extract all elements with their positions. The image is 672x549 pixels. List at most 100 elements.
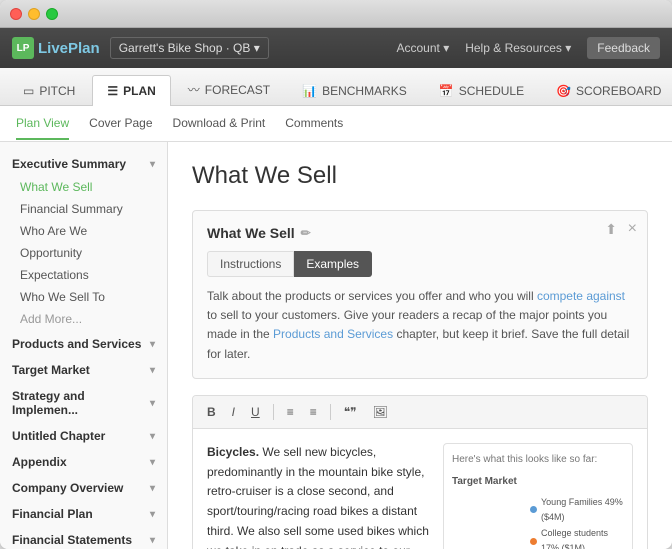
sidebar-section-header-untitled[interactable]: Untitled Chapter ▾ — [0, 424, 167, 448]
sidebar-item-expectations[interactable]: Expectations — [0, 264, 167, 286]
sidebar: Executive Summary ▾ What We Sell Financi… — [0, 142, 168, 549]
content-area: Executive Summary ▾ What We Sell Financi… — [0, 142, 672, 549]
sidebar-section-financial-statements: Financial Statements ▾ — [0, 528, 167, 549]
chevron-icon-financial-statements: ▾ — [150, 535, 155, 546]
card-tab-instructions[interactable]: Instructions — [207, 251, 294, 277]
sub-tabs: Plan View Cover Page Download & Print Co… — [0, 106, 672, 142]
legend-dot-2 — [530, 538, 537, 545]
tab-forecast[interactable]: 〰 FORECAST — [173, 72, 285, 106]
card-tabs: Instructions Examples — [207, 251, 633, 277]
chart-subtitle: Target Market — [452, 474, 624, 491]
maximize-button[interactable] — [46, 8, 58, 20]
top-nav: LP LivePlan Garrett's Bike Shop · QB ▾ A… — [0, 28, 672, 68]
upload-icon[interactable]: ⬆ — [605, 221, 617, 238]
sidebar-section-executive-summary: Executive Summary ▾ What We Sell Financi… — [0, 152, 167, 330]
editor-body[interactable]: Here's what this looks like so far: Targ… — [193, 429, 647, 549]
sidebar-item-financial-summary[interactable]: Financial Summary — [0, 198, 167, 220]
subtab-plan-view[interactable]: Plan View — [16, 108, 69, 140]
minimize-button[interactable] — [28, 8, 40, 20]
close-button[interactable] — [10, 8, 22, 20]
traffic-lights — [10, 8, 58, 20]
editor-body-text: Here's what this looks like so far: Targ… — [207, 443, 633, 549]
chevron-icon-company: ▾ — [150, 483, 155, 494]
sidebar-section-header-target[interactable]: Target Market ▾ — [0, 358, 167, 382]
image-button[interactable]: 🖼 — [367, 402, 394, 422]
products-link[interactable]: Products and Services — [273, 327, 393, 341]
italic-button[interactable]: I — [226, 402, 241, 422]
help-link[interactable]: Help & Resources ▾ — [465, 41, 571, 55]
main-tabs: ▭ PITCH ☰ PLAN 〰 FORECAST 📊 BENCHMARKS 📅… — [0, 68, 672, 106]
logo-icon: LP — [12, 37, 34, 59]
title-bar — [0, 0, 672, 28]
sidebar-section-header-appendix[interactable]: Appendix ▾ — [0, 450, 167, 474]
subtab-comments[interactable]: Comments — [285, 108, 343, 140]
ordered-list-button[interactable]: ≡ — [304, 402, 323, 422]
chart-title: Here's what this looks like so far: — [452, 452, 624, 469]
tooltip-card: What We Sell ✏ ⬆ × Instructions Examples… — [192, 210, 648, 379]
sidebar-item-who-are-we[interactable]: Who Are We — [0, 220, 167, 242]
chevron-icon-strategy: ▾ — [150, 398, 155, 409]
page-title: What We Sell — [192, 162, 648, 190]
card-tab-examples[interactable]: Examples — [294, 251, 372, 277]
pitch-icon: ▭ — [23, 84, 34, 98]
scoreboard-icon: 🎯 — [556, 84, 571, 98]
sidebar-section-header-executive[interactable]: Executive Summary ▾ — [0, 152, 167, 176]
subtab-cover-page[interactable]: Cover Page — [89, 108, 152, 140]
chart-legend: Young Families 49% ($4M) College student… — [530, 495, 624, 549]
sidebar-section-header-financial-statements[interactable]: Financial Statements ▾ — [0, 528, 167, 549]
company-select[interactable]: Garrett's Bike Shop · QB ▾ — [110, 37, 269, 59]
logo: LP LivePlan — [12, 37, 100, 59]
bold-button[interactable]: B — [201, 402, 222, 422]
tab-scoreboard[interactable]: 🎯 SCOREBOARD — [541, 75, 672, 106]
tab-pitch[interactable]: ▭ PITCH — [8, 75, 90, 106]
nav-right: Account ▾ Help & Resources ▾ Feedback — [397, 37, 661, 59]
tab-schedule[interactable]: 📅 SCHEDULE — [424, 75, 539, 106]
tooltip-text: Talk about the products or services you … — [207, 287, 633, 364]
tab-benchmarks[interactable]: 📊 BENCHMARKS — [287, 75, 422, 106]
quote-button[interactable]: ❝❞ — [338, 402, 363, 422]
sidebar-section-header-financial-plan[interactable]: Financial Plan ▾ — [0, 502, 167, 526]
subtab-download-print[interactable]: Download & Print — [173, 108, 266, 140]
sidebar-section-header-products[interactable]: Products and Services ▾ — [0, 332, 167, 356]
account-link[interactable]: Account ▾ — [397, 41, 450, 55]
benchmarks-icon: 📊 — [302, 84, 317, 98]
sidebar-add-more[interactable]: Add More... — [0, 308, 167, 330]
tooltip-card-title: What We Sell ✏ — [207, 225, 633, 241]
chevron-icon-target: ▾ — [150, 365, 155, 376]
forecast-icon: 〰 — [188, 81, 200, 98]
plan-icon: ☰ — [107, 84, 118, 98]
sidebar-section-header-company[interactable]: Company Overview ▾ — [0, 476, 167, 500]
chart-float: Here's what this looks like so far: Targ… — [443, 443, 633, 549]
toolbar-separator-2 — [330, 404, 331, 420]
donut-container: 42K Products Young Families 49% ($4M) — [452, 495, 624, 549]
tab-plan[interactable]: ☰ PLAN — [92, 75, 170, 106]
logo-text: LivePlan — [38, 40, 100, 57]
sidebar-section-header-strategy[interactable]: Strategy and Implemen... ▾ — [0, 384, 167, 422]
sidebar-section-target-market: Target Market ▾ — [0, 358, 167, 382]
unordered-list-button[interactable]: ≡ — [281, 402, 300, 422]
sidebar-section-untitled: Untitled Chapter ▾ — [0, 424, 167, 448]
chevron-icon-untitled: ▾ — [150, 431, 155, 442]
editor-toolbar: B I U ≡ ≡ ❝❞ 🖼 — [193, 396, 647, 429]
feedback-button[interactable]: Feedback — [587, 37, 660, 59]
underline-button[interactable]: U — [245, 402, 266, 422]
sidebar-section-company-overview: Company Overview ▾ — [0, 476, 167, 500]
editor: B I U ≡ ≡ ❝❞ 🖼 Here's what this looks li… — [192, 395, 648, 549]
compete-link[interactable]: compete against — [537, 289, 625, 303]
legend-dot-1 — [530, 506, 537, 513]
toolbar-separator-1 — [273, 404, 274, 420]
chevron-icon-appendix: ▾ — [150, 457, 155, 468]
legend-item-2: College students 17% ($1M) — [530, 526, 624, 549]
chevron-icon-products: ▾ — [150, 339, 155, 350]
sidebar-section-products: Products and Services ▾ — [0, 332, 167, 356]
edit-pencil-icon[interactable]: ✏ — [301, 226, 311, 240]
close-icon[interactable]: × — [628, 221, 637, 237]
chevron-icon-financial-plan: ▾ — [150, 509, 155, 520]
schedule-icon: 📅 — [439, 84, 454, 98]
sidebar-item-who-we-sell-to[interactable]: Who We Sell To — [0, 286, 167, 308]
main-content: What We Sell What We Sell ✏ ⬆ × Instruct… — [168, 142, 672, 549]
company-name: Garrett's Bike Shop · QB ▾ — [119, 41, 260, 55]
sidebar-item-opportunity[interactable]: Opportunity — [0, 242, 167, 264]
sidebar-section-appendix: Appendix ▾ — [0, 450, 167, 474]
sidebar-item-what-we-sell[interactable]: What We Sell — [0, 176, 167, 198]
